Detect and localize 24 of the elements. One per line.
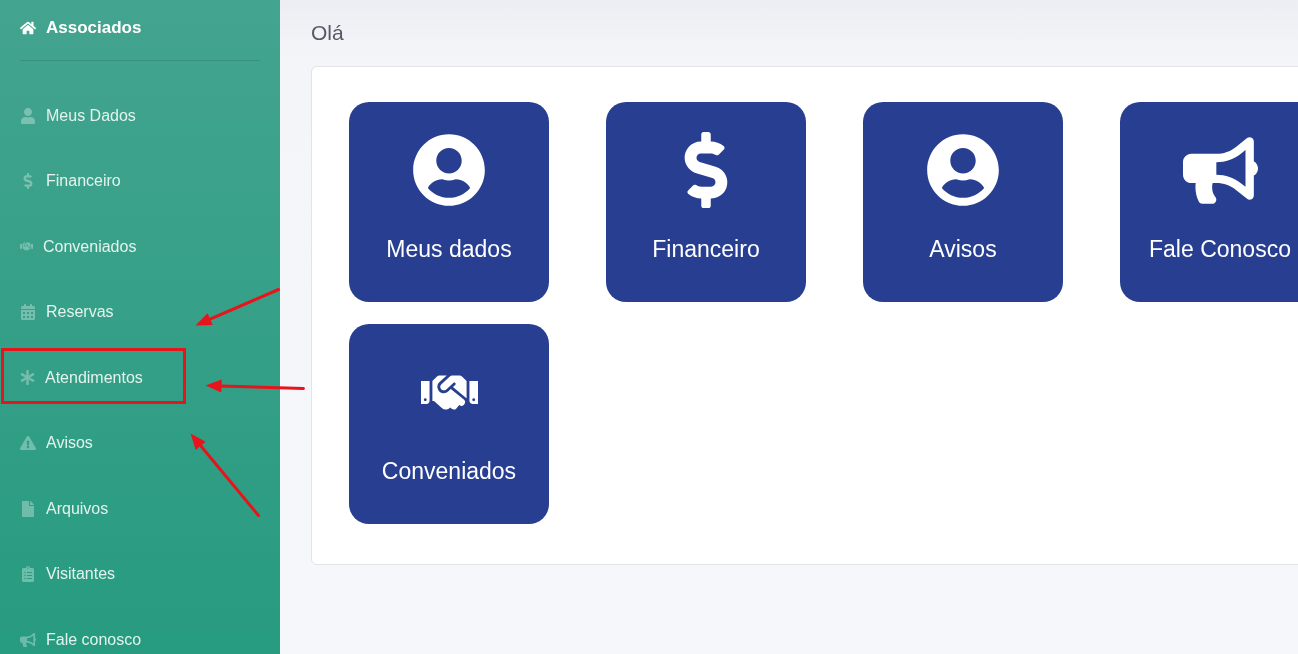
sidebar-title: Associados (46, 18, 142, 38)
sidebar-item[interactable]: Reservas (20, 303, 114, 322)
user-icon (20, 107, 36, 124)
sidebar-item[interactable]: Financeiro (20, 172, 121, 191)
shortcut-tile[interactable]: Conveniados (349, 324, 549, 524)
calendar-icon (20, 304, 36, 321)
shortcut-tile[interactable]: Financeiro (606, 102, 806, 302)
sidebar-item[interactable]: Visitantes (20, 565, 116, 584)
sidebar-item[interactable]: Arquivos (20, 499, 109, 518)
sidebar-item[interactable]: Fale conosco (20, 630, 142, 649)
shortcut-tile[interactable]: Avisos (863, 102, 1063, 302)
sidebar-item[interactable]: Conveniados (20, 237, 137, 256)
shortcut-tile[interactable]: Fale Conosco (1120, 102, 1298, 302)
file-icon (20, 500, 36, 517)
home-icon (20, 20, 36, 36)
sidebar-item[interactable]: Meus Dados (20, 106, 136, 125)
sidebar-item[interactable]: Avisos (20, 434, 93, 453)
clipboard-icon (20, 566, 36, 583)
greeting-text: Olá (311, 20, 344, 46)
warning-icon (20, 435, 36, 452)
megaphone-icon (20, 631, 36, 648)
asterisk-icon (20, 370, 35, 386)
sidebar-item[interactable]: Atendimentos (20, 368, 143, 387)
shortcut-tile[interactable]: Meus dados (349, 102, 549, 302)
